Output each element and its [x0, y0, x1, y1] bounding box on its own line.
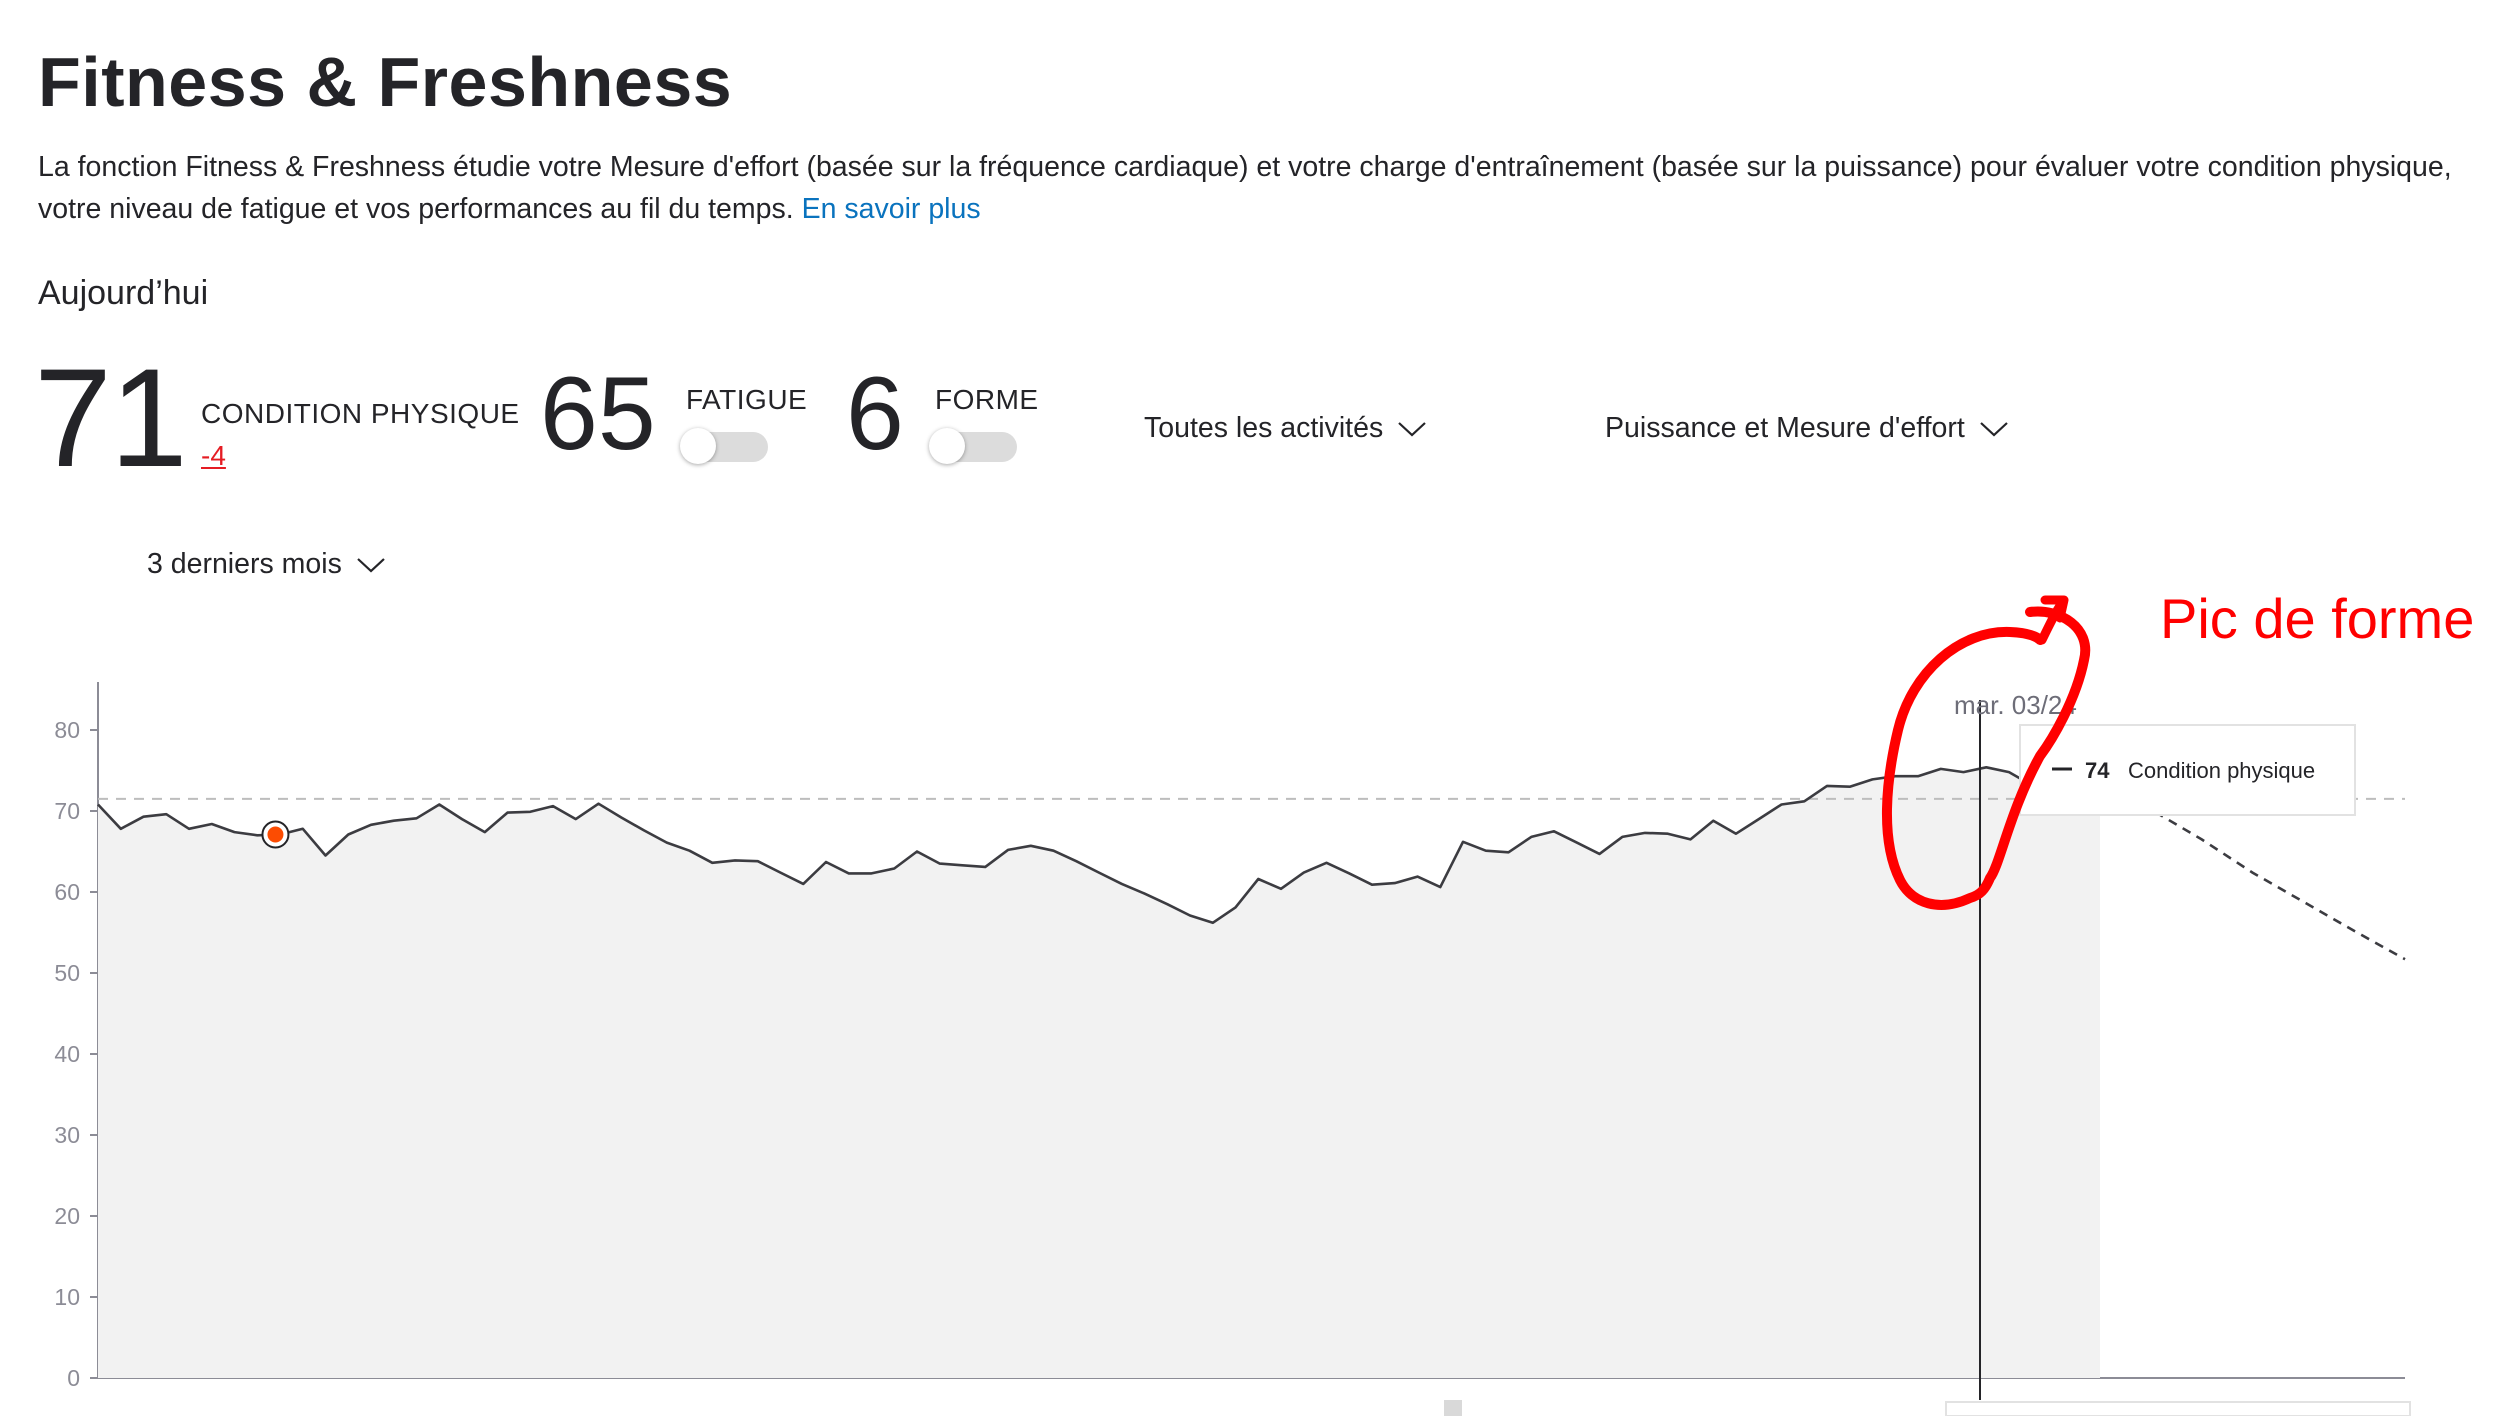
y-tick-label: 60 — [54, 879, 80, 905]
tooltip-date: mar. 03/24 — [1954, 690, 2077, 720]
y-tick-label: 20 — [54, 1203, 80, 1229]
tooltip-value: 74 — [2085, 758, 2110, 783]
y-tick-label: 40 — [54, 1041, 80, 1067]
y-tick-label: 30 — [54, 1122, 80, 1148]
annotation-label: Pic de forme — [2160, 587, 2474, 650]
y-tick-label: 10 — [54, 1284, 80, 1310]
fitness-area — [98, 767, 2100, 1378]
y-tick-label: 80 — [54, 717, 80, 743]
fitness-chart[interactable]: 0 10 20 30 40 50 60 70 80 mar. 03/24 74 Conditio… — [0, 0, 2510, 1416]
y-tick-label: 0 — [67, 1365, 80, 1391]
annotation-arrow-head — [2037, 595, 2069, 645]
tooltip-series-name: Condition physique — [2128, 758, 2315, 783]
activity-marker-dot[interactable] — [267, 826, 284, 843]
y-tick-label: 50 — [54, 960, 80, 986]
scroll-handle[interactable] — [1444, 1400, 1462, 1416]
y-tick-label: 70 — [54, 798, 80, 824]
range-selector-frame[interactable] — [1945, 1401, 2411, 1416]
